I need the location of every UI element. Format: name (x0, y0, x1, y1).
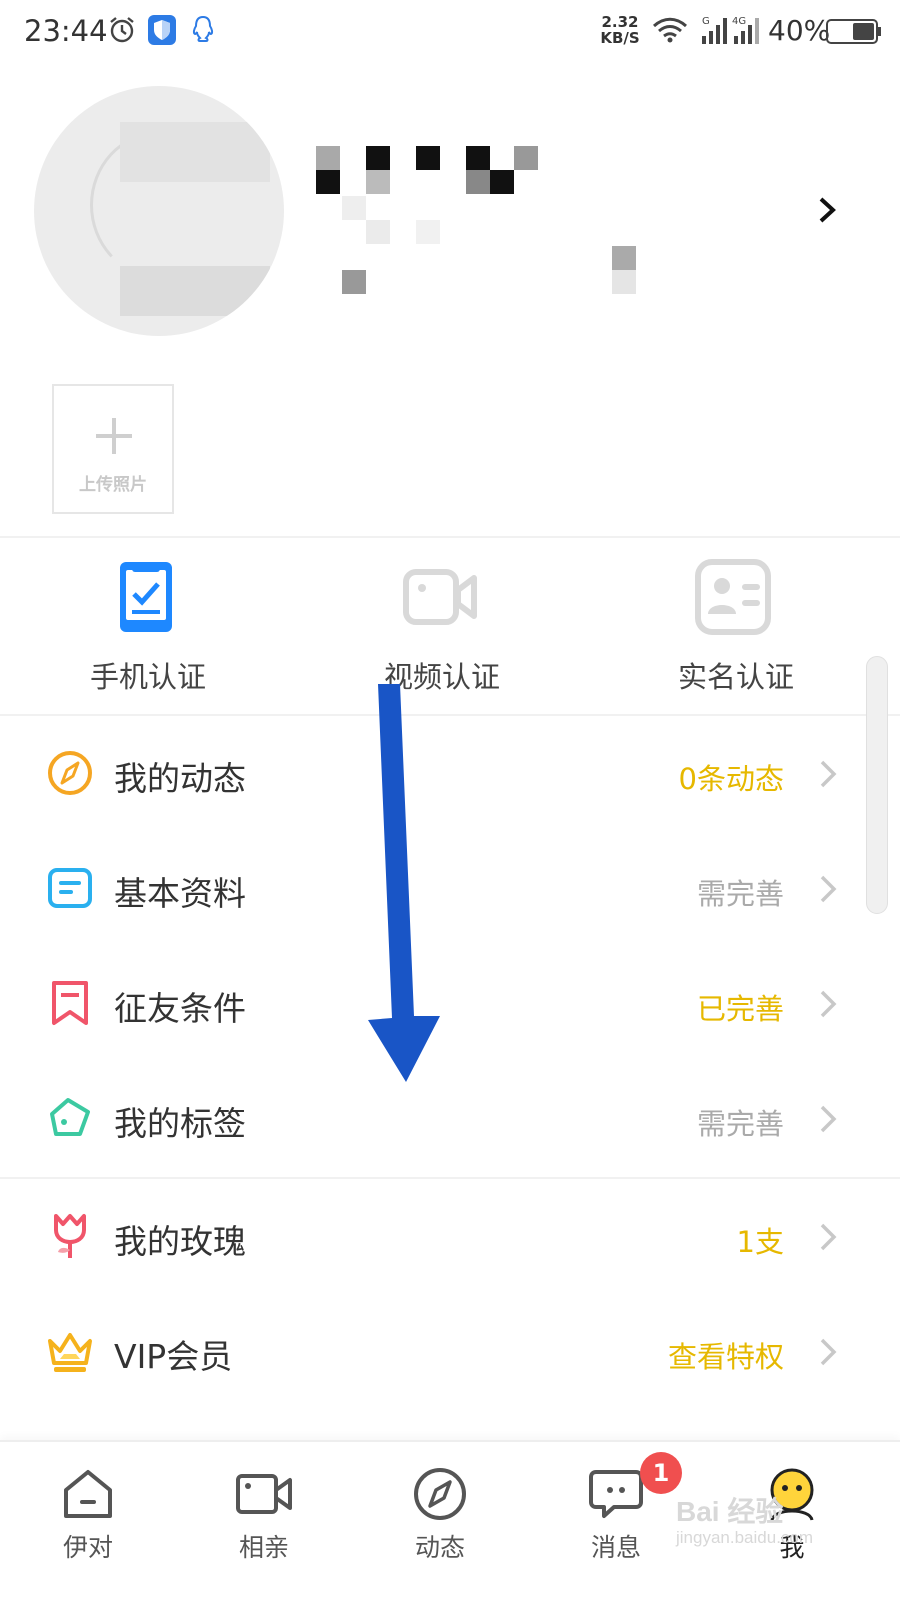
chevron-right-icon (820, 1223, 837, 1251)
rose-icon (54, 1214, 86, 1258)
upload-photo-label: 上传照片 (79, 475, 147, 495)
security-shield-icon (148, 15, 176, 45)
verify-realname[interactable]: 实名认证 (636, 556, 836, 696)
menu-value: 已完善 (696, 992, 784, 1026)
menu-my-moments[interactable]: 我的动态 0条动态 (0, 716, 900, 831)
signal-strength-icon: G (702, 16, 727, 44)
nav-label: 动态 (414, 1533, 465, 1562)
verify-video[interactable]: 视频认证 (342, 556, 542, 696)
menu-basic-info[interactable]: 基本资料 需完善 (0, 831, 900, 946)
menu-label: 我的标签 (114, 1104, 246, 1143)
bookmark-icon (52, 981, 88, 1025)
video-camera-icon (403, 569, 477, 625)
battery-percent: 40% (768, 14, 831, 47)
status-time: 23:44 (24, 14, 108, 48)
qq-penguin-icon (192, 15, 214, 42)
plus-icon (96, 418, 132, 454)
nav-blind-date[interactable]: 相亲 (176, 1442, 352, 1602)
avatar[interactable] (34, 86, 284, 336)
menu-my-tags[interactable]: 我的标签 需完善 (0, 1061, 900, 1176)
compass-icon (414, 1468, 466, 1520)
nav-label: 相亲 (238, 1533, 289, 1562)
chevron-right-icon (820, 1105, 837, 1133)
watermark-logo: Bai 经验 (676, 1496, 784, 1527)
phone-check-icon (120, 562, 172, 632)
profile-card-icon (48, 868, 92, 908)
chevron-right-icon (820, 1338, 837, 1366)
avatar-blur-bottom (120, 266, 270, 316)
nav-home[interactable]: 伊对 (0, 1442, 176, 1602)
menu-value: 需完善 (696, 1107, 784, 1141)
alarm-icon (110, 17, 134, 43)
profile-chevron-right-icon[interactable] (812, 194, 842, 226)
annotation-arrow-down (368, 684, 440, 1082)
chevron-right-icon (820, 990, 837, 1018)
verify-phone-label: 手机认证 (89, 660, 206, 694)
compass-icon (48, 751, 92, 795)
menu-label: 征友条件 (114, 989, 246, 1028)
divider (0, 536, 900, 538)
nav-moments[interactable]: 动态 (352, 1442, 528, 1602)
nav-label: 伊对 (62, 1533, 113, 1562)
menu-value: 查看特权 (667, 1340, 784, 1374)
battery-icon (826, 19, 881, 44)
id-card-icon (695, 559, 771, 635)
profile-name-mosaic (316, 146, 646, 296)
avatar-blur-top (120, 122, 270, 182)
menu-vip-member[interactable]: VIP会员 查看特权 (0, 1294, 900, 1409)
signal-label-2: 4G (732, 16, 746, 27)
unread-badge: 1 (640, 1452, 682, 1494)
signal-label-1: G (702, 16, 710, 27)
wifi-icon (652, 17, 688, 43)
menu-label: 基本资料 (114, 874, 246, 913)
verify-realname-label: 实名认证 (677, 660, 794, 694)
chat-icon (589, 1470, 643, 1518)
menu-label: 我的动态 (114, 759, 246, 798)
tag-icon (50, 1098, 90, 1136)
menu-dating-conditions[interactable]: 征友条件 已完善 (0, 946, 900, 1061)
scrollbar[interactable] (866, 656, 888, 914)
menu-value: 0条动态 (678, 762, 784, 796)
video-icon (236, 1474, 292, 1514)
network-speed: 2.32 KB/S (596, 14, 644, 46)
upload-photo-button[interactable]: 上传照片 (52, 384, 174, 514)
menu-label: VIP会员 (114, 1337, 233, 1376)
chevron-right-icon (820, 875, 837, 903)
chevron-right-icon (820, 760, 837, 788)
home-icon (64, 1470, 112, 1518)
status-bar: 23:44 2.32 KB/S G 4G 40% (0, 0, 900, 64)
crown-icon (48, 1333, 92, 1372)
verify-phone[interactable]: 手机认证 (48, 556, 248, 696)
menu-value: 需完善 (696, 877, 784, 911)
menu-my-roses[interactable]: 我的玫瑰 1支 (0, 1179, 900, 1294)
watermark-url: jingyan.baidu.com (676, 1528, 814, 1547)
network-speed-unit: KB/S (600, 29, 640, 47)
network-speed-value: 2.32 (601, 13, 639, 31)
signal-strength-4g-icon: 4G (732, 16, 759, 44)
bottom-navigation: 伊对 相亲 动态 消息 1 我 Bai 经验 jingyan.baidu.com (0, 1440, 900, 1602)
menu-label: 我的玫瑰 (114, 1222, 246, 1261)
menu-value: 1支 (736, 1225, 784, 1259)
